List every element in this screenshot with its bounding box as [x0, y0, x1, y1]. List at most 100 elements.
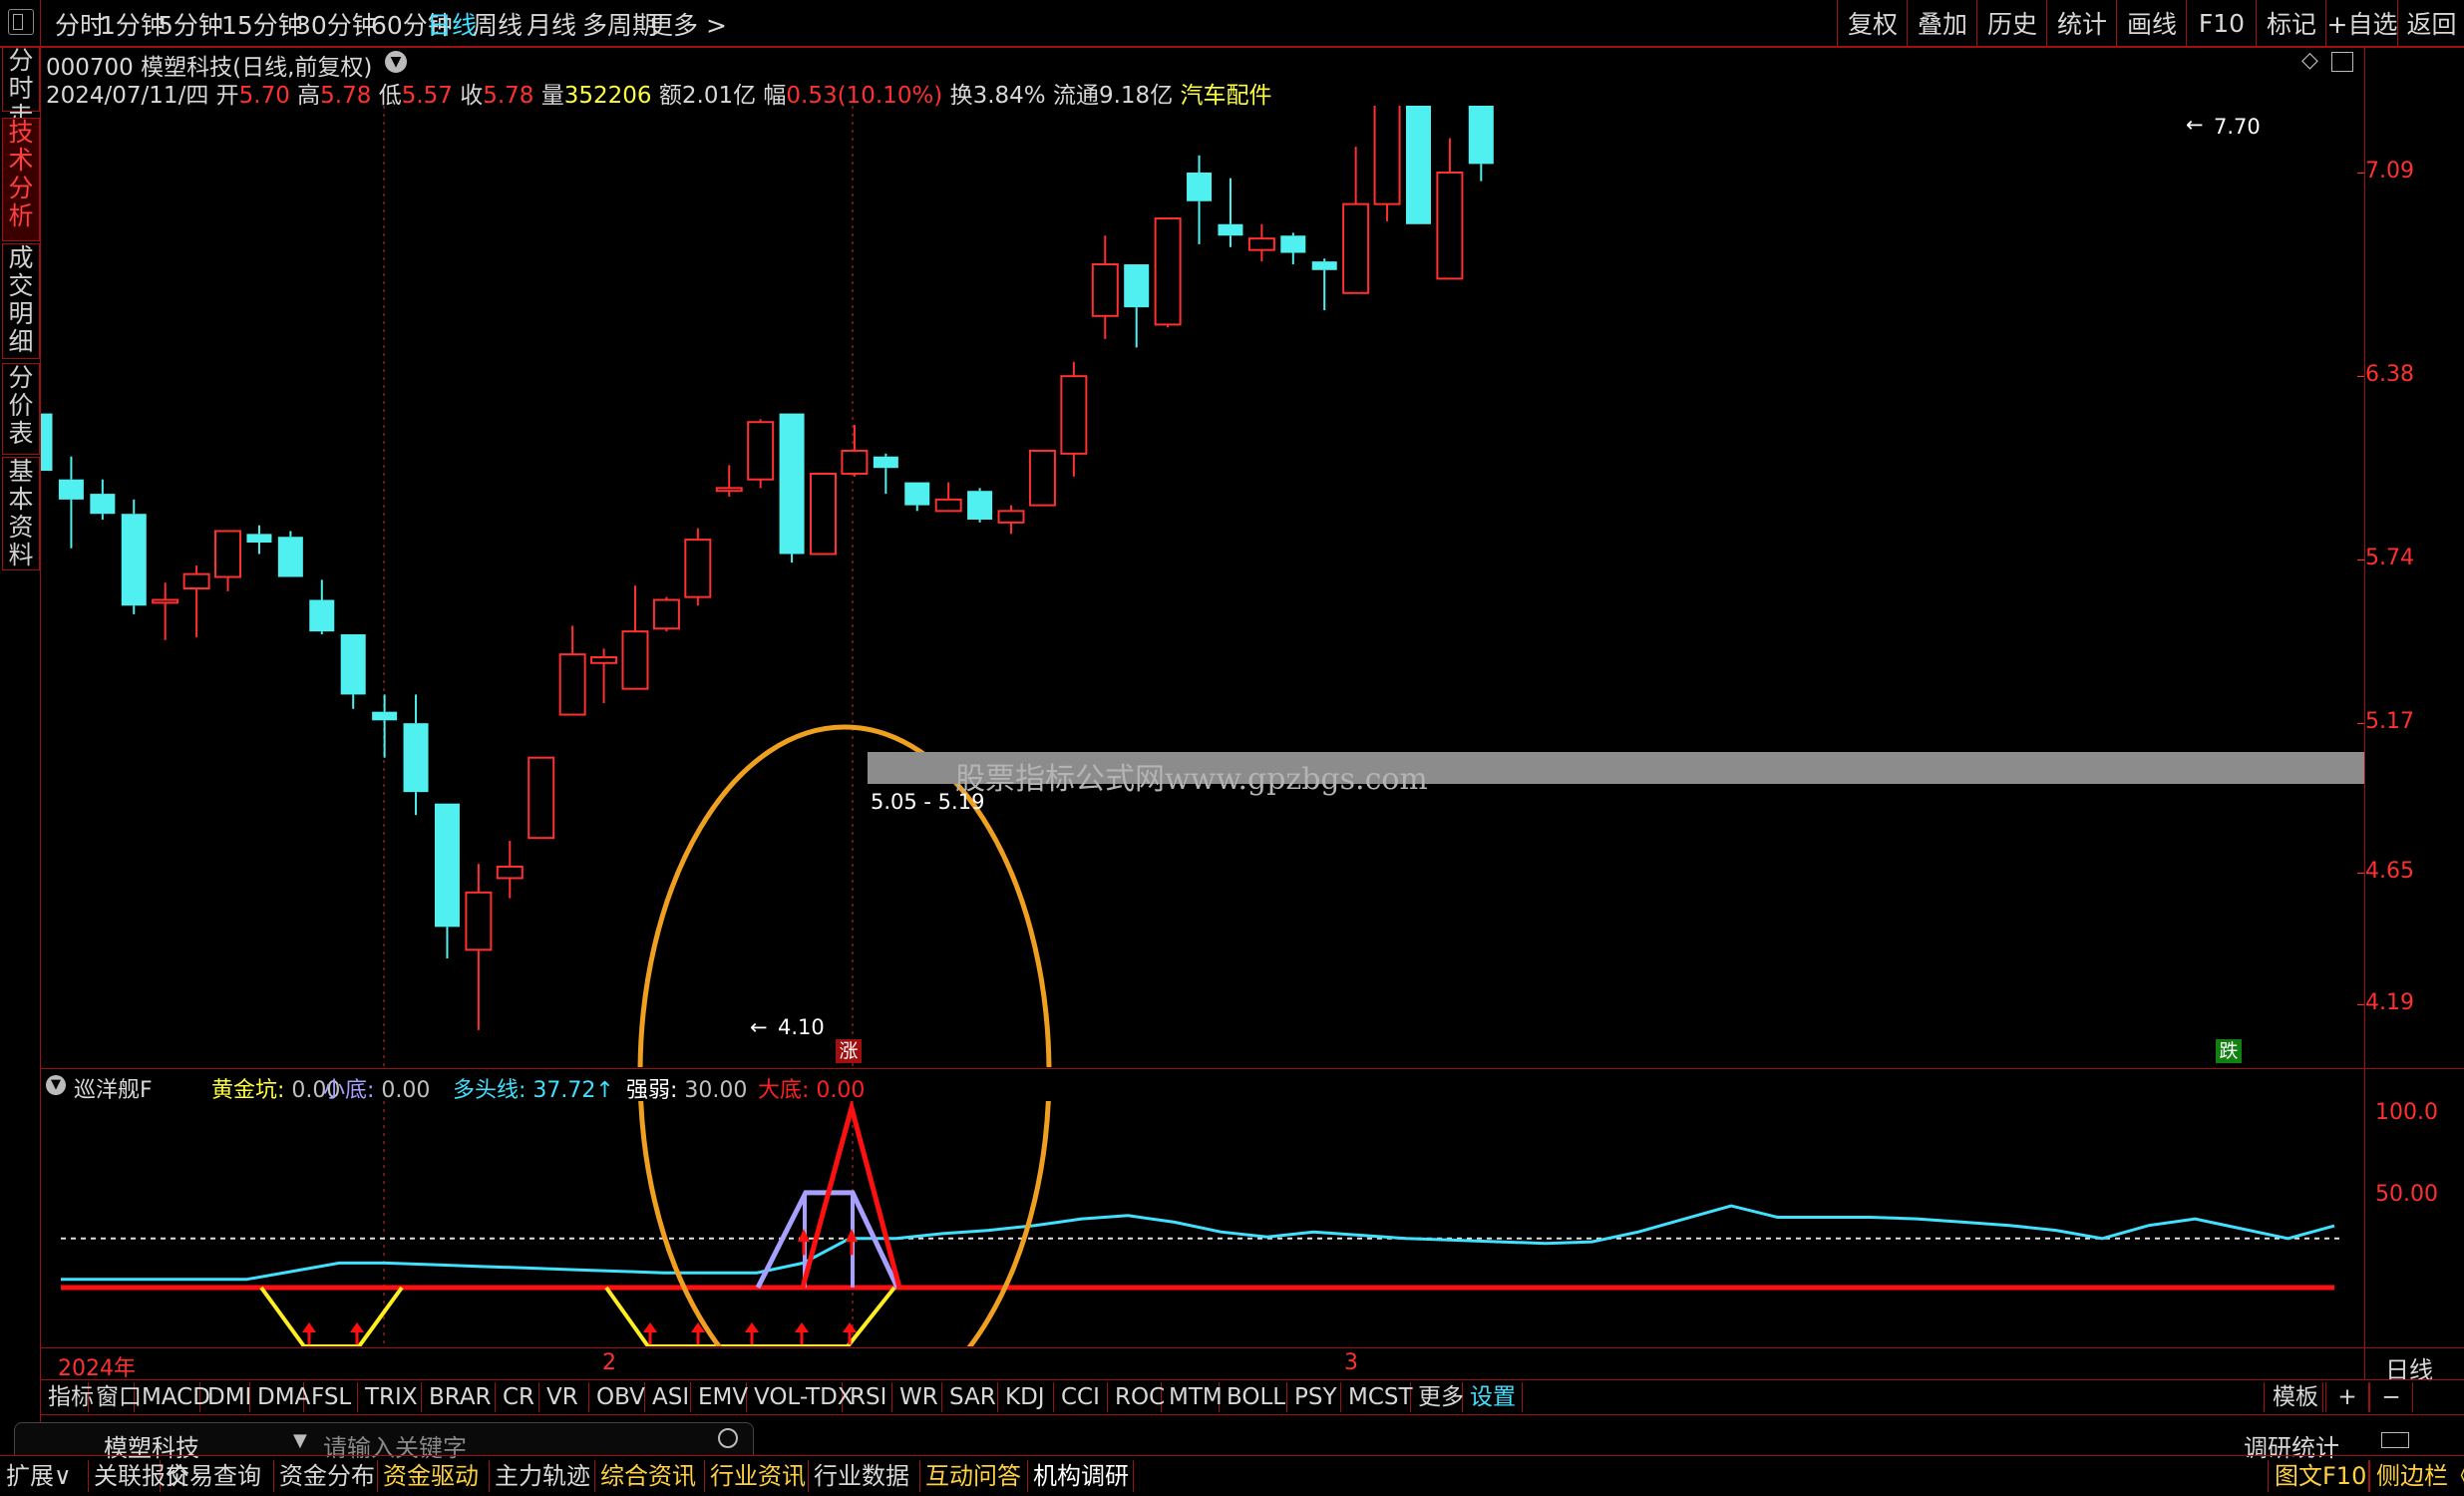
left-tab-3[interactable]: 分价表 — [2, 363, 40, 455]
grid-view-icon[interactable] — [2381, 1432, 2409, 1448]
indicator-tab-23[interactable]: MCST — [1340, 1382, 1413, 1412]
bottom-tab-1[interactable]: 关联报价 — [88, 1460, 189, 1492]
indicator-item-value: 37.72↑ — [532, 1078, 614, 1103]
top-button-7[interactable]: +自选 — [2325, 0, 2398, 46]
top-button-4[interactable]: 画线 — [2116, 0, 2187, 46]
period-tab-1[interactable]: 1分钟 — [100, 6, 166, 42]
indicator-tab-18[interactable]: CCI — [1053, 1382, 1108, 1412]
bottom-tab-2[interactable]: 交易查询 — [160, 1460, 274, 1492]
bottom-tab-3[interactable]: 资金分布 — [273, 1460, 378, 1492]
low-marker-arrow: ← — [750, 1015, 768, 1039]
top-button-8[interactable]: 返回 — [2397, 0, 2464, 46]
window-menu-icon[interactable] — [8, 9, 34, 35]
indicator-tab-2[interactable]: MACD — [134, 1382, 210, 1412]
indicator-tab-8[interactable]: CR — [495, 1382, 539, 1412]
left-tab-4[interactable]: 基本资料 — [2, 457, 40, 570]
candle — [715, 465, 743, 497]
search-icon[interactable] — [718, 1428, 738, 1448]
period-tab-10[interactable]: 更多 > — [648, 6, 727, 42]
candlestick-chart[interactable] — [41, 106, 2364, 1067]
bottom-tab-4[interactable]: 资金驱动 — [377, 1460, 490, 1492]
indicator-tab-24[interactable]: 更多 — [1410, 1382, 1464, 1412]
golden-pit-shape — [259, 1286, 404, 1346]
candle — [246, 525, 272, 555]
indicator-right-btn-2[interactable]: − — [2369, 1382, 2413, 1412]
top-button-6[interactable]: 标记 — [2256, 0, 2326, 46]
top-button-5[interactable]: F10 — [2186, 0, 2257, 46]
period-tab-3[interactable]: 15分钟 — [221, 6, 303, 42]
indicator-tab-1[interactable]: 窗口 — [88, 1382, 142, 1412]
indicator-tab-9[interactable]: VR — [538, 1382, 589, 1412]
indicator-item-label: 小底: — [323, 1078, 375, 1103]
top-button-1[interactable]: 叠加 — [1907, 0, 1977, 46]
indicator-tab-12[interactable]: EMV — [690, 1382, 748, 1412]
indicator-item-value: 0.00 — [381, 1078, 431, 1103]
top-menu-bar: 分时 1分钟 5分钟 15分钟 30分钟 60分钟 日线 周线 月线 多周期 更多 > 复权 叠加 历史… — [0, 0, 2464, 48]
stock-dropdown-icon[interactable]: ▼ — [385, 51, 407, 73]
indicator-tab-19[interactable]: ROC — [1107, 1382, 1165, 1412]
indicator-tab-20[interactable]: MTM — [1161, 1382, 1223, 1412]
bottom-tab-0[interactable]: 扩展∨ — [0, 1460, 89, 1492]
period-tab-2[interactable]: 5分钟 — [158, 6, 223, 42]
left-tab-0[interactable]: 分时走势 — [2, 46, 40, 159]
candle — [684, 528, 712, 606]
candle — [182, 564, 210, 637]
period-tab-6[interactable]: 日线 — [427, 6, 477, 42]
indicator-right-btn-0[interactable]: 模板 — [2264, 1382, 2323, 1412]
candle — [152, 582, 179, 640]
indicator-tab-25[interactable]: 设置 — [1462, 1382, 1523, 1412]
indicator-tab-22[interactable]: PSY — [1286, 1382, 1341, 1412]
indicator-tab-4[interactable]: DMA — [249, 1382, 310, 1412]
indicator-item-label: 强弱: — [626, 1078, 678, 1103]
low-marker: 4.10 — [778, 1015, 825, 1039]
period-tab-4[interactable]: 30分钟 — [295, 6, 377, 42]
diamond-icon[interactable]: ◇ — [2301, 48, 2318, 73]
indicator-name[interactable]: 巡洋舰F — [74, 1072, 153, 1104]
indicator-tab-13[interactable]: VOL-TDX — [746, 1382, 854, 1412]
candle — [121, 499, 147, 614]
indicator-tab-21[interactable]: BOLL — [1219, 1382, 1287, 1412]
period-tab-9[interactable]: 多周期 — [582, 6, 657, 42]
top-button-2[interactable]: 历史 — [1976, 0, 2047, 46]
period-tab-0[interactable]: 分时 — [55, 6, 105, 42]
candle — [1218, 178, 1243, 247]
price-tick-2: 5.74 — [2365, 546, 2414, 571]
indicator-chart[interactable] — [41, 1101, 2364, 1346]
candle — [1280, 232, 1306, 265]
indicator-right-btn-1[interactable]: + — [2325, 1382, 2369, 1412]
period-tab-8[interactable]: 月线 — [527, 6, 576, 42]
indicator-tab-6[interactable]: TRIX — [357, 1382, 422, 1412]
bottom-right-btn-0[interactable]: 图文F10 — [2268, 1460, 2369, 1492]
indicator-tab-14[interactable]: RSI — [842, 1382, 892, 1412]
period-tab-7[interactable]: 周线 — [473, 6, 523, 42]
bottom-tab-10[interactable]: 机构调研 — [1027, 1460, 1134, 1492]
candle — [997, 505, 1025, 535]
bottom-right-btn-1[interactable]: 侧边栏《 — [2369, 1460, 2464, 1492]
search-dropdown-icon[interactable]: ▼ — [293, 1430, 307, 1451]
candle — [558, 625, 586, 716]
indicator-tab-15[interactable]: WR — [891, 1382, 942, 1412]
indicator-tab-11[interactable]: ASI — [644, 1382, 691, 1412]
high-marker-arrow: ← — [2186, 113, 2204, 137]
top-button-3[interactable]: 统计 — [2046, 0, 2117, 46]
indicator-tab-3[interactable]: DMI — [199, 1382, 251, 1412]
indicator-tab-10[interactable]: OBV — [588, 1382, 645, 1412]
bottom-tab-8[interactable]: 行业数据 — [808, 1460, 920, 1492]
bottom-tab-6[interactable]: 综合资讯 — [594, 1460, 705, 1492]
indicator-tab-7[interactable]: BRAR — [421, 1382, 496, 1412]
indicator-tab-0[interactable]: 指标 — [40, 1382, 94, 1412]
range-annotation: 5.05 - 5.19 — [871, 790, 985, 814]
indicator-tab-16[interactable]: SAR — [941, 1382, 998, 1412]
panel-toggle-icon[interactable] — [2331, 52, 2353, 72]
indicator-tab-17[interactable]: KDJ — [997, 1382, 1054, 1412]
price-tick-1: 6.38 — [2365, 362, 2414, 388]
indicator-tab-5[interactable]: FSL — [303, 1382, 358, 1412]
left-tab-2[interactable]: 成交明细 — [2, 243, 40, 359]
left-tab-1[interactable]: 技术分析 — [2, 118, 40, 241]
top-button-0[interactable]: 复权 — [1837, 0, 1908, 46]
bottom-tab-7[interactable]: 行业资讯 — [704, 1460, 809, 1492]
candle — [779, 413, 805, 563]
bottom-tab-9[interactable]: 互动问答 — [919, 1460, 1028, 1492]
indicator-dropdown-icon[interactable]: ▼ — [46, 1075, 66, 1095]
bottom-tab-5[interactable]: 主力轨迹 — [489, 1460, 595, 1492]
